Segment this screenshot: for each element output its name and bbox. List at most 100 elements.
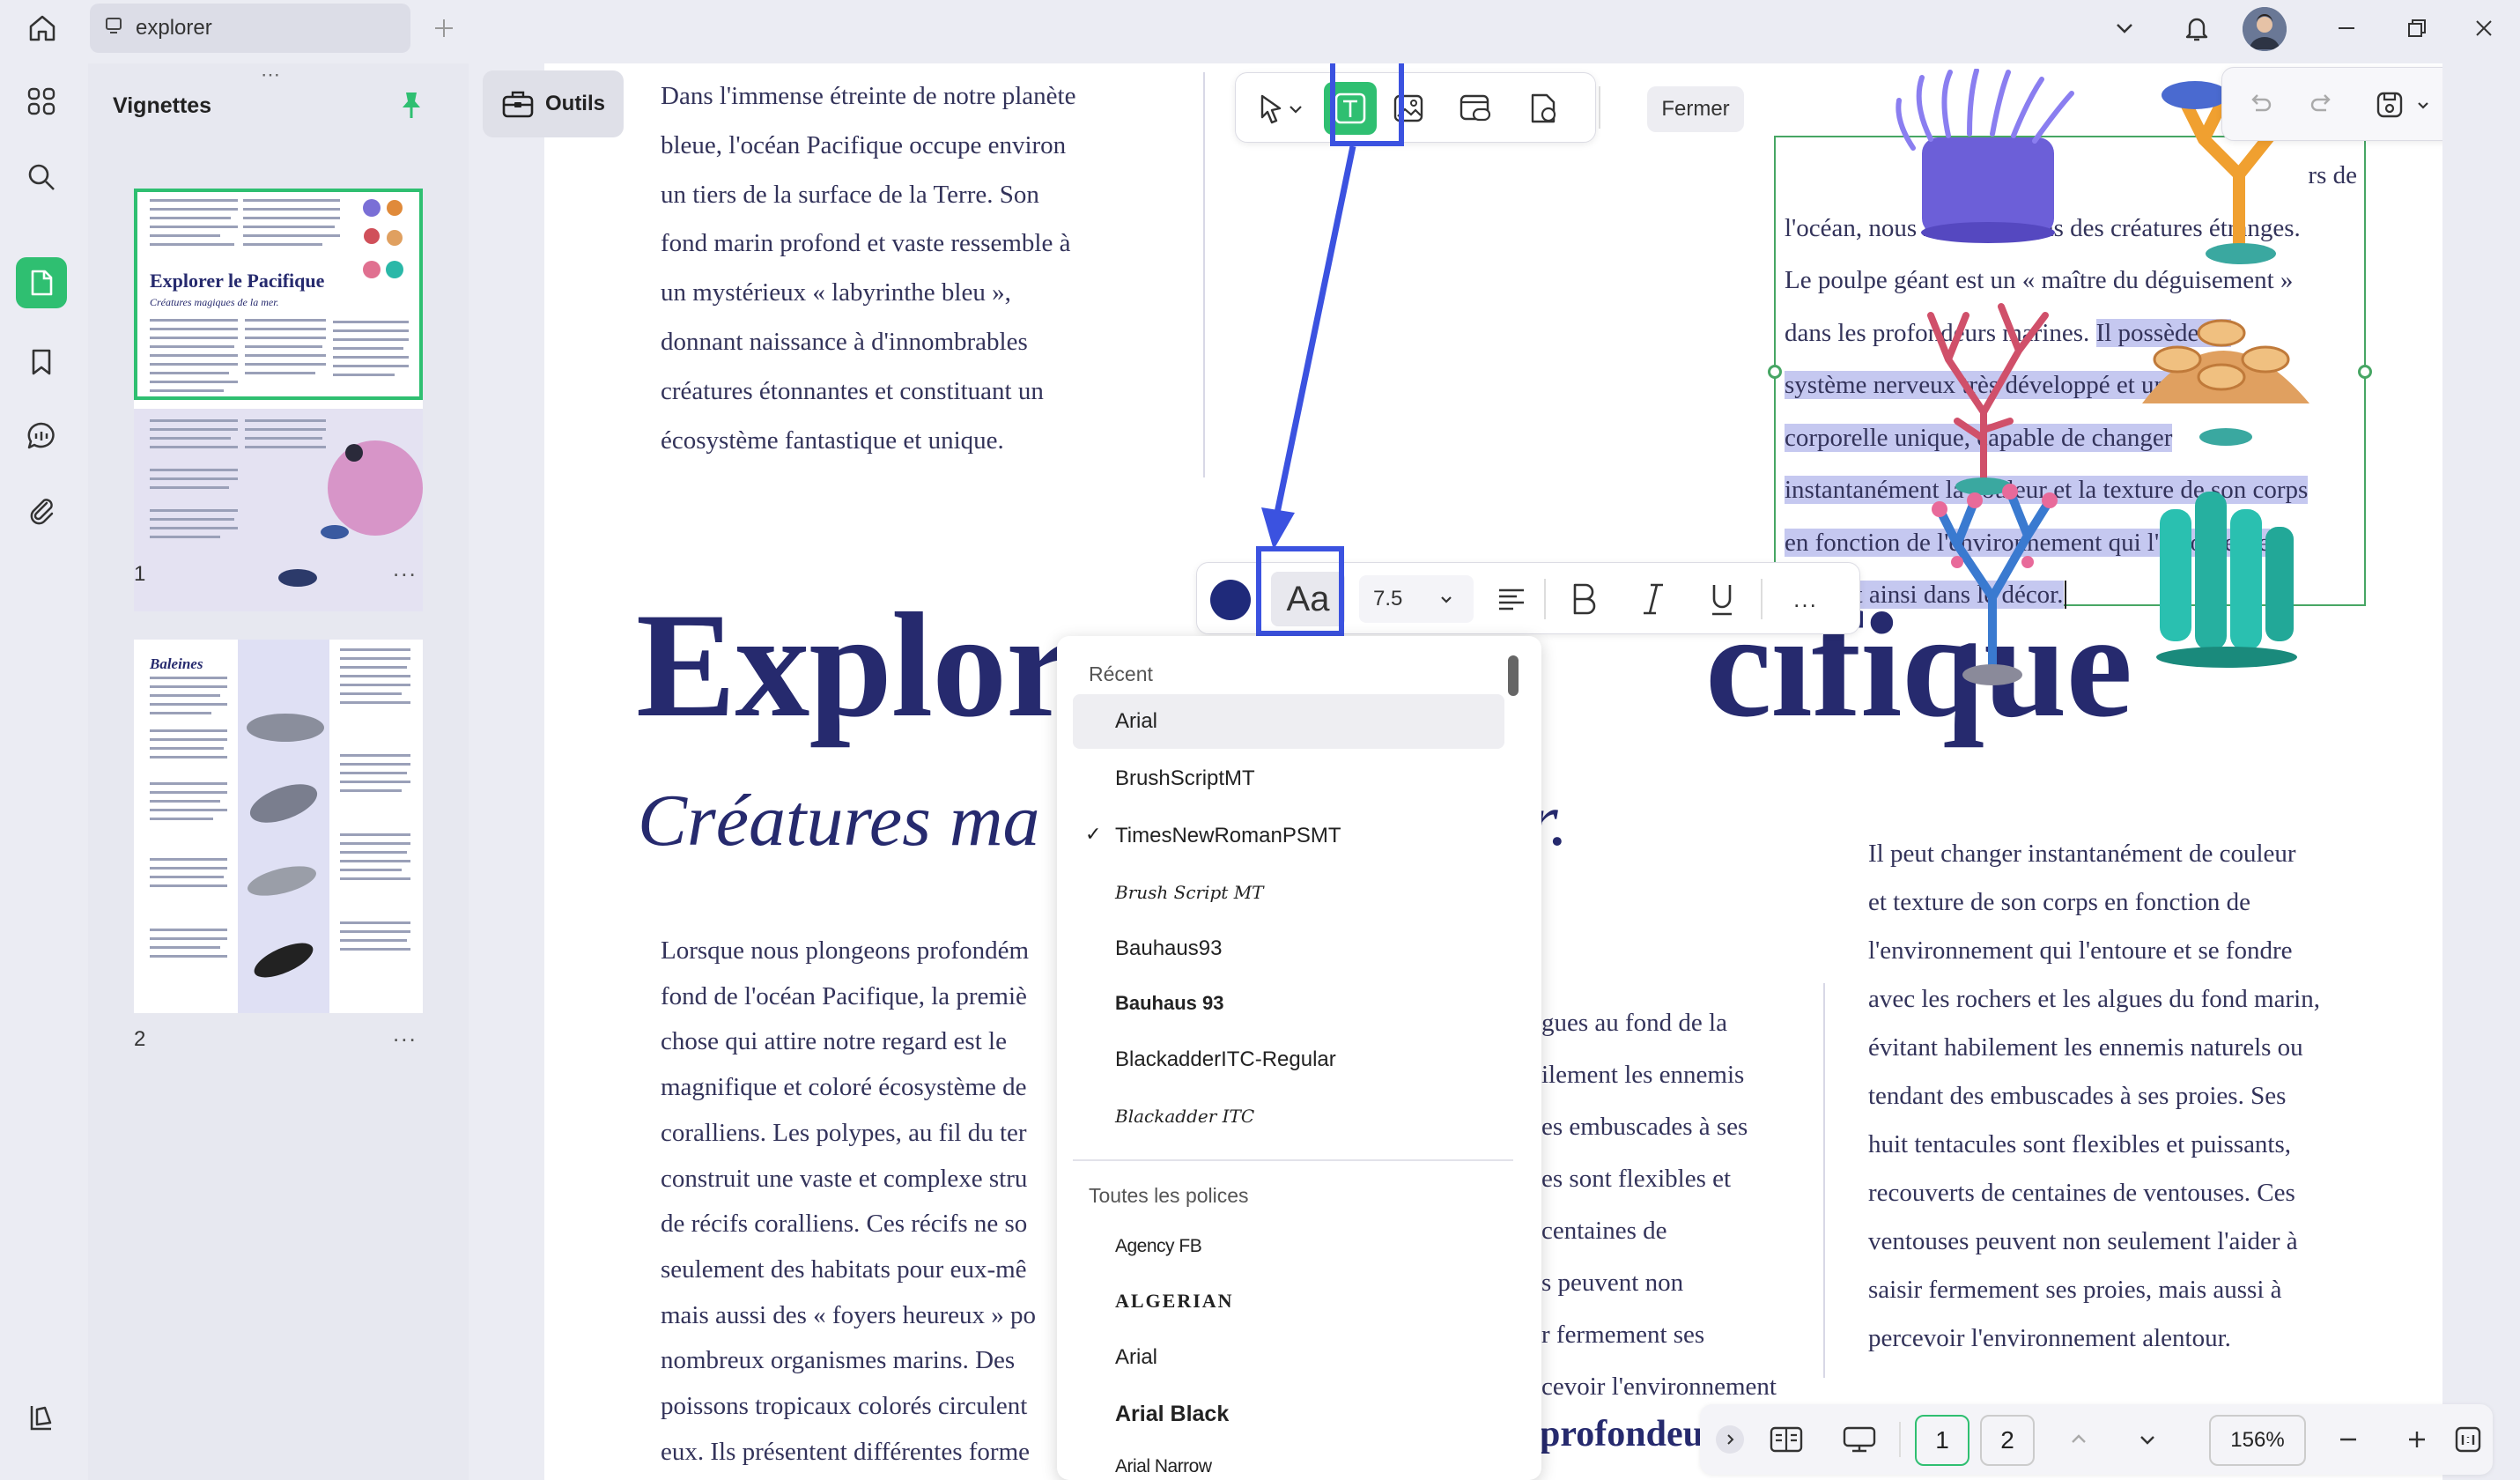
close-edit-button[interactable]: Fermer: [1647, 86, 1744, 132]
avatar[interactable]: [2243, 7, 2287, 51]
text-line: créatures étonnantes et constituant un: [661, 376, 1044, 405]
apps-grid-icon[interactable]: [16, 76, 67, 127]
thumbnail-page-number-1: 1: [134, 562, 146, 586]
select-tool-button[interactable]: [1248, 87, 1312, 130]
reading-mode-icon[interactable]: [1765, 1420, 1807, 1459]
italic-icon[interactable]: [1627, 575, 1680, 623]
more-options-button[interactable]: ...: [1775, 575, 1836, 623]
annotation-highlight-box: [1256, 546, 1344, 636]
thumbnail-selected-frame: [134, 189, 423, 400]
comment-icon[interactable]: [16, 411, 67, 462]
align-left-icon[interactable]: [1491, 579, 1532, 619]
new-tab-icon[interactable]: [428, 12, 460, 44]
font-option-bauhaus93[interactable]: Bauhaus93: [1115, 923, 1222, 974]
thumbnail-more-button-2[interactable]: ...: [393, 1020, 418, 1047]
resize-handle-left[interactable]: [1768, 365, 1782, 379]
save-icon[interactable]: [2370, 85, 2409, 124]
red-coral-illustration: [1927, 303, 2049, 495]
toolbar-divider: [1899, 1422, 1901, 1457]
zoom-out-icon[interactable]: [2331, 1422, 2366, 1457]
turquoise-coral-illustration: [2156, 492, 2297, 668]
page-button-2[interactable]: 2: [1980, 1415, 2035, 1466]
document-actions-bar: [2221, 67, 2442, 141]
pages-icon[interactable]: [16, 257, 67, 308]
font-option-arial-all[interactable]: Arial: [1115, 1332, 1157, 1383]
text-line: donnant naissance à d'innombrables: [661, 327, 1028, 356]
next-page-icon[interactable]: [2130, 1422, 2165, 1457]
font-option-brushscriptmt[interactable]: BrushScriptMT: [1115, 753, 1255, 804]
underline-icon[interactable]: [1696, 575, 1748, 623]
text-line: Dans l'immense étreinte de notre planète: [661, 82, 1076, 110]
undo-icon[interactable]: [2242, 87, 2277, 122]
library-icon[interactable]: [16, 1392, 67, 1443]
bold-icon[interactable]: [1556, 575, 1609, 623]
font-option-arial-narrow[interactable]: Arial Narrow: [1115, 1441, 1212, 1480]
zoom-in-icon[interactable]: [2399, 1422, 2435, 1457]
thumbnail-page-number-2: 2: [134, 1027, 146, 1051]
intro-paragraph: Dans l'immense étreinte de notre planète…: [661, 72, 1154, 465]
tools-label: Outils: [544, 92, 605, 115]
minimize-icon[interactable]: [2329, 11, 2364, 46]
left-rail: [0, 58, 85, 1480]
presentation-icon[interactable]: [1837, 1420, 1881, 1459]
text-line: r fermement ses: [1541, 1321, 1705, 1349]
font-preview-brush-script[interactable]: Brush Script MT: [1115, 867, 1264, 918]
tab-explorer[interactable]: explorer: [90, 4, 410, 53]
home-icon[interactable]: [23, 9, 62, 48]
add-shape-icon[interactable]: [1519, 85, 1565, 131]
search-icon[interactable]: [16, 152, 67, 203]
page-thumbnail-2[interactable]: Baleines: [134, 640, 423, 1013]
thumbnail-more-button-1[interactable]: ...: [393, 555, 418, 582]
text-line: avec les rochers et les algues du fond m…: [1868, 985, 2320, 1013]
text-line: ventouses peuvent non seulement l'aider …: [1868, 1227, 2298, 1255]
font-option-arial-black[interactable]: Arial Black: [1115, 1388, 1229, 1439]
font-option-algerian[interactable]: ALGERIAN: [1115, 1276, 1234, 1327]
toolbar-divider: [1599, 86, 1600, 129]
menu-divider: [1073, 1159, 1513, 1161]
toolbox-icon: [502, 91, 534, 118]
font-color-button[interactable]: [1206, 575, 1255, 625]
font-preview-bauhaus[interactable]: Bauhaus 93: [1115, 978, 1224, 1029]
column-divider: [1823, 983, 1825, 1378]
dropdown-scrollbar[interactable]: [1508, 655, 1519, 696]
edit-toolbar: [1235, 72, 1596, 143]
text-line: un tiers de la surface de la Terre. Son: [661, 180, 1039, 209]
pin-icon[interactable]: [398, 90, 425, 124]
font-preview-blackadder[interactable]: Blackadder ITC: [1115, 1091, 1254, 1142]
thumbnail-panel: ⋯ Vignettes Explorer le Pacifique Créatu…: [88, 63, 469, 1480]
previous-page-icon[interactable]: [2061, 1422, 2096, 1457]
tools-button[interactable]: Outils: [483, 70, 624, 137]
redo-icon[interactable]: [2305, 87, 2340, 122]
page-thumbnail-1[interactable]: Explorer le Pacifique Créatures magiques…: [134, 189, 423, 611]
restore-icon[interactable]: [2399, 11, 2435, 46]
text-line: fond marin profond et vaste ressemble à: [661, 229, 1071, 258]
bell-icon[interactable]: [2177, 9, 2216, 48]
font-color-swatch: [1210, 580, 1251, 620]
anemone-illustration: [1896, 69, 2074, 243]
page-button-1[interactable]: 1: [1915, 1415, 1969, 1466]
text-line: un mystérieux « labyrinthe bleu »,: [661, 278, 1011, 307]
bookmark-icon[interactable]: [16, 337, 67, 388]
panel-drag-handle[interactable]: ⋯: [261, 63, 283, 86]
middle-column-text: gues au fond de la ilement les ennemis e…: [1541, 997, 1806, 1413]
collapse-chevron-icon[interactable]: [1716, 1425, 1744, 1454]
panel-title: Vignettes: [113, 93, 212, 118]
close-icon[interactable]: [2466, 11, 2502, 46]
tab-title: explorer: [136, 16, 212, 40]
font-option-arial[interactable]: Arial: [1115, 696, 1157, 747]
text-line: l'environnement qui l'entoure et se fond…: [1868, 936, 2293, 965]
attachment-icon[interactable]: [16, 485, 67, 536]
font-size-select[interactable]: 7.5: [1359, 575, 1474, 623]
font-option-agency-fb[interactable]: Agency FB: [1115, 1221, 1202, 1272]
zoom-level[interactable]: 156%: [2209, 1415, 2306, 1466]
annotation-arrow: [1261, 145, 1356, 550]
chevron-down-icon[interactable]: [2107, 11, 2142, 46]
font-option-timesnewromanpsmt[interactable]: TimesNewRomanPSMT: [1115, 810, 1341, 862]
column-divider: [1203, 72, 1205, 477]
annotation-highlight-box: [1330, 63, 1404, 146]
save-options-chevron-icon[interactable]: [2411, 92, 2435, 117]
add-link-icon[interactable]: [1452, 85, 1498, 131]
actual-size-icon[interactable]: [2450, 1422, 2486, 1457]
text-line: écosystème fantastique et unique.: [661, 426, 1004, 455]
font-option-blackadderitc[interactable]: BlackadderITC-Regular: [1115, 1034, 1336, 1085]
